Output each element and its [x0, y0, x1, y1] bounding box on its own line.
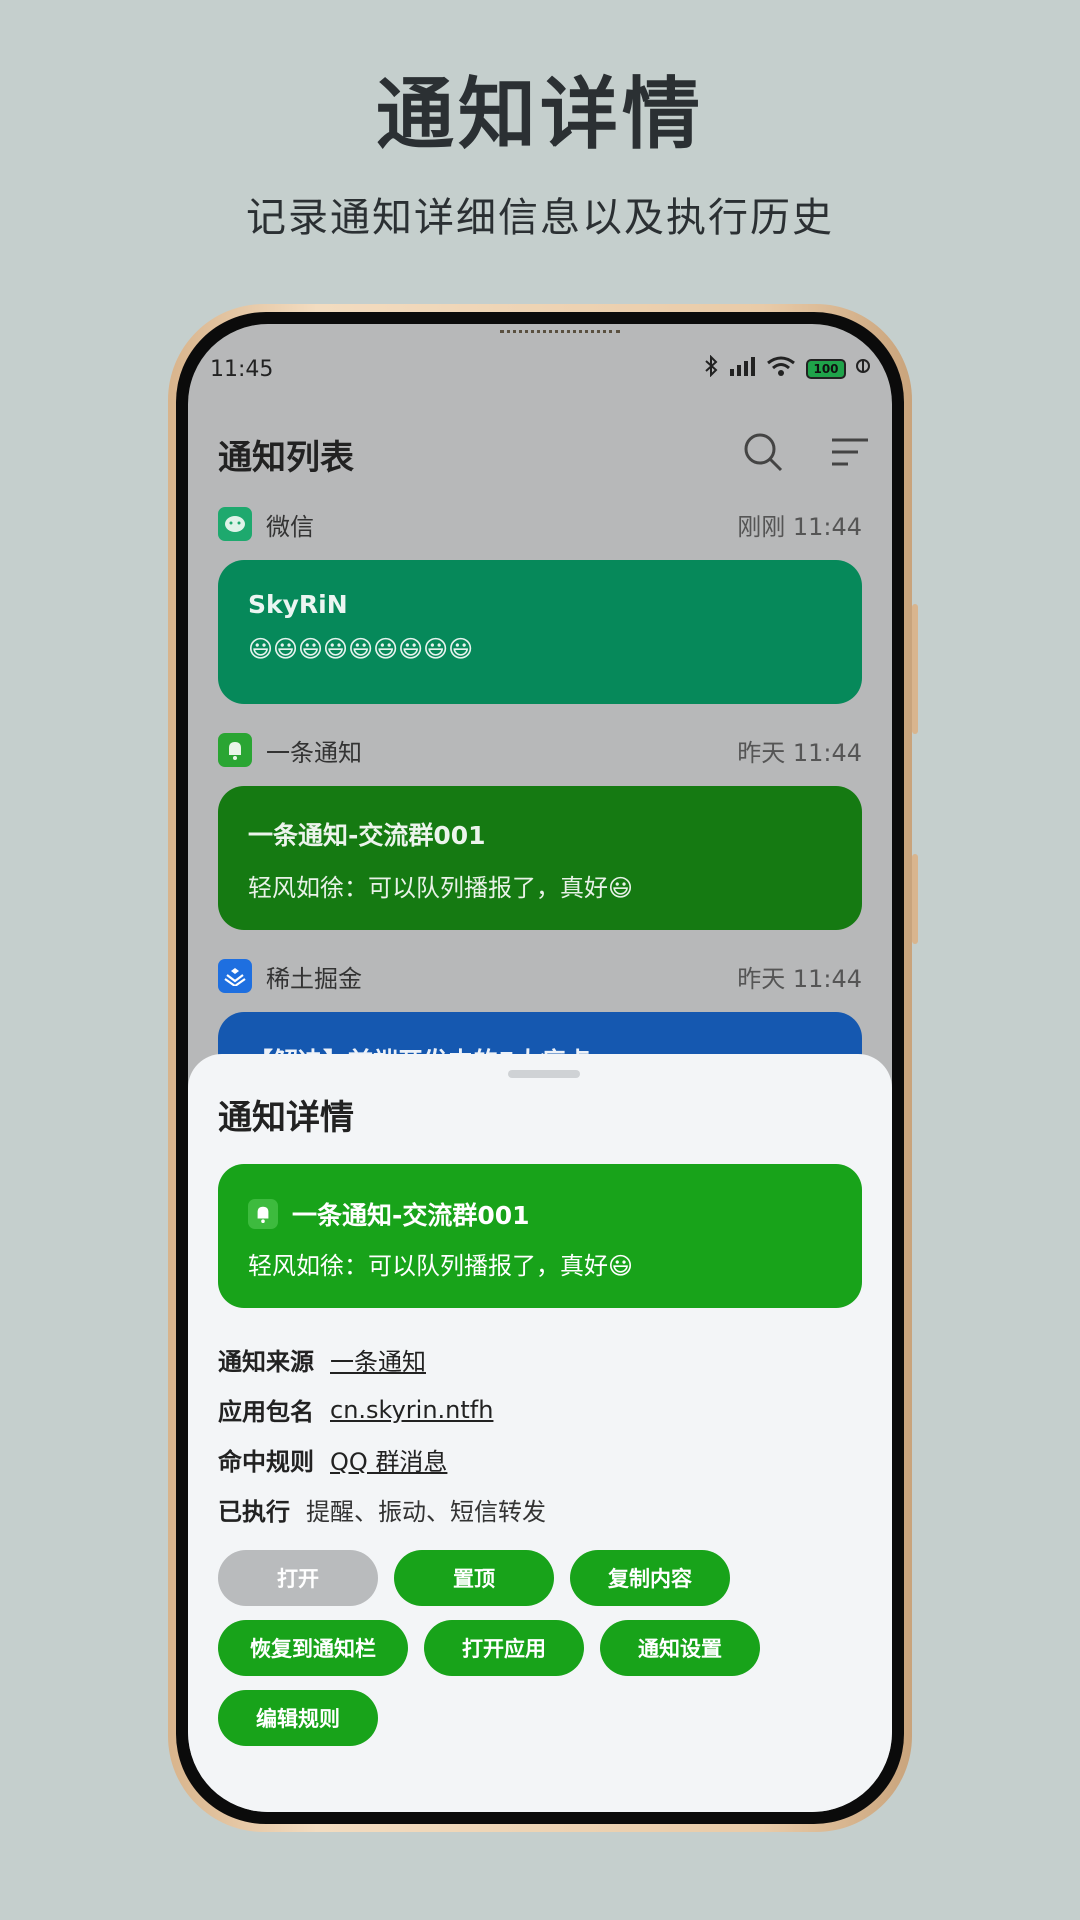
volume-button — [912, 604, 918, 734]
notification-card[interactable]: 一条通知-交流群001 轻风如徐：可以队列播报了，真好😃 — [218, 786, 862, 930]
info-label: 已执行 — [218, 1498, 290, 1526]
info-label: 通知来源 — [218, 1348, 314, 1376]
list-item-app-row: 稀土掘金 昨天 11:44 — [218, 956, 862, 996]
sheet-title: 通知详情 — [218, 1098, 354, 1138]
speaker-grille — [500, 330, 620, 334]
app-name: 稀土掘金 — [266, 964, 362, 993]
edit-rule-button[interactable]: 编辑规则 — [218, 1690, 378, 1746]
info-source-row: 通知来源 一条通知 — [218, 1342, 426, 1377]
info-executed-row: 已执行 提醒、振动、短信转发 — [218, 1492, 546, 1527]
rule-link[interactable]: QQ 群消息 — [330, 1442, 447, 1477]
notif-time: 昨天 11:44 — [737, 738, 862, 767]
notif-text: 轻风如徐：可以队列播报了，真好😃 — [248, 874, 634, 902]
notif-time: 昨天 11:44 — [737, 964, 862, 993]
wechat-icon — [218, 507, 252, 541]
list-item-app-row: 微信 刚刚 11:44 — [218, 504, 862, 544]
detail-text: 轻风如徐：可以队列播报了，真好😃 — [248, 1252, 634, 1280]
notif-time: 刚刚 11:44 — [737, 512, 862, 541]
filter-icon[interactable] — [830, 435, 870, 473]
promo-subtitle: 记录通知详细信息以及执行历史 — [246, 195, 834, 241]
open-button[interactable]: 打开 — [218, 1550, 378, 1606]
detail-notification-card: 一条通知-交流群001 轻风如徐：可以队列播报了，真好😃 — [218, 1164, 862, 1308]
package-link[interactable]: cn.skyrin.ntfh — [330, 1396, 493, 1424]
info-package-row: 应用包名 cn.skyrin.ntfh — [218, 1392, 493, 1427]
page-title: 通知列表 — [218, 437, 354, 478]
charging-icon — [856, 355, 870, 383]
bell-icon — [218, 733, 252, 767]
signal-icon — [728, 355, 756, 383]
list-item-app-row: 一条通知 昨天 11:44 — [218, 730, 862, 770]
notif-title: 一条通知-交流群001 — [248, 821, 486, 850]
promo-title: 通知详情 — [375, 70, 704, 160]
phone-frame: 11:45 100 通知列表 微信 刚刚 11:44 SkyRiN 😃😃😃😃😃😃… — [168, 304, 918, 1832]
battery-icon: 100 — [806, 359, 846, 379]
restore-button[interactable]: 恢复到通知栏 — [218, 1620, 408, 1676]
bell-icon — [248, 1199, 278, 1229]
app-name: 微信 — [266, 512, 314, 541]
detail-title: 一条通知-交流群001 — [292, 1201, 530, 1230]
detail-sheet: 通知详情 一条通知-交流群001 轻风如徐：可以队列播报了，真好😃 通知来源 一… — [188, 1054, 892, 1812]
status-time: 11:45 — [210, 356, 274, 382]
status-bar: 11:45 100 — [210, 354, 870, 384]
search-icon[interactable] — [742, 431, 784, 477]
power-button — [912, 854, 918, 944]
info-rule-row: 命中规则 QQ 群消息 — [218, 1442, 447, 1477]
info-label: 命中规则 — [218, 1448, 314, 1476]
notif-title: SkyRiN — [248, 590, 348, 619]
open-app-button[interactable]: 打开应用 — [424, 1620, 584, 1676]
executed-actions: 提醒、振动、短信转发 — [306, 1498, 546, 1526]
copy-button[interactable]: 复制内容 — [570, 1550, 730, 1606]
juejin-icon — [218, 959, 252, 993]
list-header: 通知列表 — [218, 424, 870, 484]
notif-text: 😃😃😃😃😃😃😃😃😃 — [248, 635, 474, 663]
wifi-icon — [766, 355, 796, 383]
bluetooth-icon — [704, 354, 718, 383]
app-name: 一条通知 — [266, 738, 362, 767]
drag-handle[interactable] — [508, 1070, 580, 1078]
notification-card[interactable]: SkyRiN 😃😃😃😃😃😃😃😃😃 — [218, 560, 862, 704]
info-label: 应用包名 — [218, 1398, 314, 1426]
pin-button[interactable]: 置顶 — [394, 1550, 554, 1606]
notif-settings-button[interactable]: 通知设置 — [600, 1620, 760, 1676]
phone-screen: 11:45 100 通知列表 微信 刚刚 11:44 SkyRiN 😃😃😃😃😃😃… — [188, 324, 892, 1812]
source-link[interactable]: 一条通知 — [330, 1342, 426, 1377]
